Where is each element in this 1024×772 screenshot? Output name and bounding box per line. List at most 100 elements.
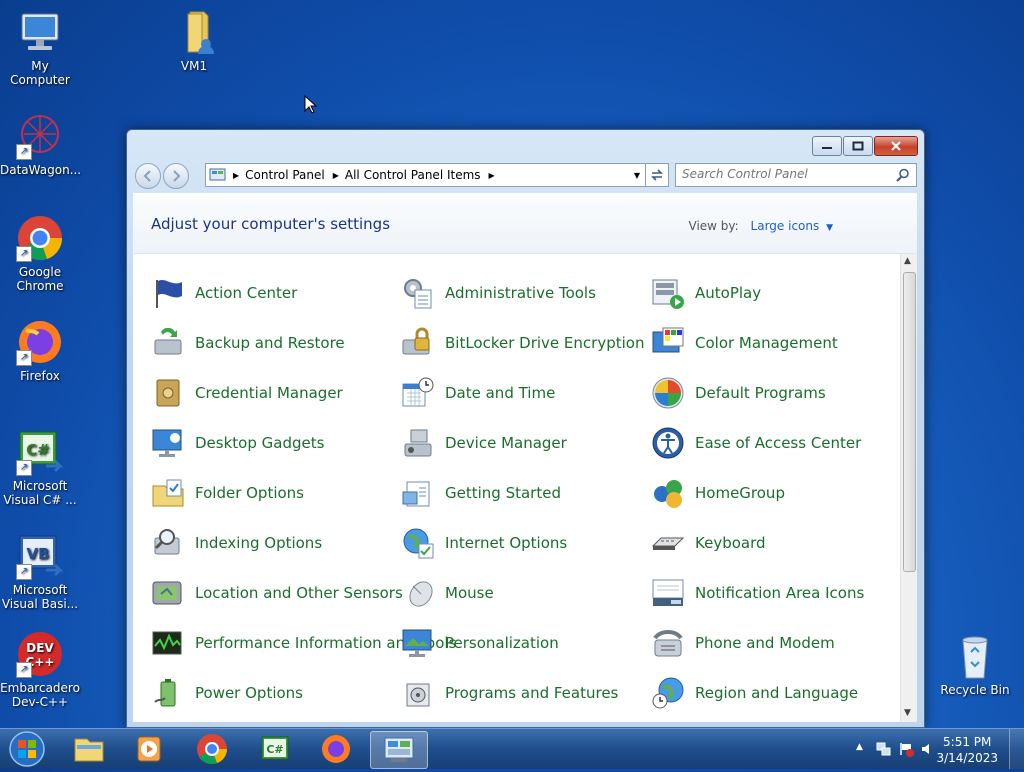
desktop-icon-recycle-bin[interactable]: Recycle Bin — [935, 632, 1015, 697]
search-icon[interactable] — [896, 168, 910, 182]
vertical-scrollbar[interactable]: ▲ ▼ — [900, 254, 917, 722]
item-label: Date and Time — [445, 383, 556, 402]
breadcrumb-all-items[interactable]: All Control Panel Items — [345, 168, 481, 182]
show-hidden-icons-icon[interactable]: ▲ — [856, 742, 863, 752]
item-color-management[interactable]: Color Management — [651, 326, 838, 360]
indexing-icon — [151, 526, 185, 560]
item-label: Folder Options — [195, 483, 304, 502]
item-bitlocker[interactable]: BitLocker Drive Encryption — [401, 326, 644, 360]
refresh-button[interactable] — [645, 163, 669, 187]
item-notification-area[interactable]: Notification Area Icons — [651, 576, 864, 610]
item-autoplay[interactable]: AutoPlay — [651, 276, 761, 310]
volume-icon[interactable] — [920, 741, 936, 757]
taskbar-visual-csharp[interactable]: C# — [246, 731, 302, 767]
taskbar-media-player[interactable] — [122, 731, 178, 767]
item-label: Desktop Gadgets — [195, 433, 325, 452]
svg-text:C#: C# — [266, 743, 283, 756]
item-action-center[interactable]: Action Center — [151, 276, 297, 310]
item-label: Mouse — [445, 583, 494, 602]
address-bar[interactable]: ▶ Control Panel ▶ All Control Panel Item… — [205, 163, 669, 187]
item-label: Default Programs — [695, 383, 826, 402]
view-by-dropdown[interactable]: Large icons — [751, 219, 820, 233]
desktop-icon-label: Microsoft Visual C# ... — [3, 479, 77, 507]
getting-started-icon — [401, 476, 435, 510]
taskbar: C# ▲ 5:51 PM 3/14/2023 — [0, 728, 1024, 769]
item-backup-restore[interactable]: Backup and Restore — [151, 326, 345, 360]
desktop-icon-vm1[interactable]: VM1 — [154, 8, 234, 73]
navigation-bar: ▶ Control Panel ▶ All Control Panel Item… — [135, 162, 917, 189]
device-manager-icon — [401, 426, 435, 460]
notification-area-icon — [651, 576, 685, 610]
address-dropdown-icon[interactable]: ▼ — [634, 171, 640, 180]
minimize-icon — [822, 147, 832, 149]
desktop-icon-label: Embarcadero Dev-C++ — [0, 681, 80, 709]
control-panel-content: Adjust your computer's settings View by:… — [133, 193, 917, 722]
item-credential-manager[interactable]: Credential Manager — [151, 376, 343, 410]
item-desktop-gadgets[interactable]: Desktop Gadgets — [151, 426, 324, 460]
taskbar-firefox[interactable] — [308, 731, 364, 767]
item-location-sensors[interactable]: Location and Other Sensors — [151, 576, 403, 610]
folder-options-icon — [151, 476, 185, 510]
visual-basic-icon: VB ↗ — [16, 532, 64, 580]
item-label: Ease of Access Center — [695, 433, 862, 452]
scroll-down-icon[interactable]: ▼ — [904, 708, 911, 718]
item-phone-modem[interactable]: Phone and Modem — [651, 626, 835, 660]
taskbar-explorer[interactable] — [61, 731, 117, 767]
item-default-programs[interactable]: Default Programs — [651, 376, 826, 410]
page-title: Adjust your computer's settings — [151, 215, 391, 233]
taskbar-chrome[interactable] — [184, 731, 240, 767]
desktop-icon-visual-csharp[interactable]: C# ↗ Microsoft Visual C# ... — [0, 428, 80, 507]
item-administrative-tools[interactable]: Administrative Tools — [401, 276, 596, 310]
item-device-manager[interactable]: Device Manager — [401, 426, 567, 460]
action-center-flag-icon[interactable] — [898, 741, 914, 757]
item-mouse[interactable]: Mouse — [401, 576, 494, 610]
battery-icon — [151, 676, 185, 710]
chevron-down-icon[interactable]: ▼ — [826, 223, 833, 233]
item-internet-options[interactable]: Internet Options — [401, 526, 567, 560]
item-folder-options[interactable]: Folder Options — [151, 476, 304, 510]
media-player-icon — [137, 736, 161, 762]
folder-icon — [74, 738, 104, 762]
calendar-clock-icon — [401, 376, 435, 410]
maximize-button[interactable] — [843, 136, 873, 156]
item-label: Phone and Modem — [695, 633, 835, 652]
desktop-icon-devcpp[interactable]: DEV C++ ↗ Embarcadero Dev-C++ — [0, 630, 80, 709]
item-ease-of-access[interactable]: Ease of Access Center — [651, 426, 861, 460]
datawagon-icon: ↗ — [16, 112, 64, 160]
scrollbar-thumb[interactable] — [903, 272, 916, 572]
scroll-up-icon[interactable]: ▲ — [904, 256, 911, 266]
breadcrumb-control-panel[interactable]: Control Panel — [245, 168, 325, 182]
item-programs-features[interactable]: Programs and Features — [401, 676, 618, 710]
item-power-options[interactable]: Power Options — [151, 676, 303, 710]
network-icon[interactable] — [876, 741, 892, 757]
minimize-button[interactable] — [812, 136, 842, 156]
item-personalization[interactable]: Personalization — [401, 626, 559, 660]
close-button[interactable] — [874, 136, 918, 156]
svg-text:VB: VB — [26, 545, 49, 563]
desktop-icon-visual-basic[interactable]: VB ↗ Microsoft Visual Basi... — [0, 532, 80, 611]
desktop-icon-firefox[interactable]: ↗ Firefox — [0, 318, 80, 383]
forward-arrow-icon — [173, 170, 181, 182]
item-getting-started[interactable]: Getting Started — [401, 476, 561, 510]
show-desktop-button[interactable] — [1009, 729, 1024, 769]
desktop-icon-my-computer[interactable]: My Computer — [0, 8, 80, 87]
search-box[interactable] — [675, 163, 917, 187]
item-keyboard[interactable]: Keyboard — [651, 526, 766, 560]
control-panel-window[interactable]: ▶ Control Panel ▶ All Control Panel Item… — [126, 129, 925, 728]
search-input[interactable] — [676, 164, 888, 184]
item-label: Notification Area Icons — [695, 583, 865, 602]
start-button[interactable] — [4, 729, 50, 769]
control-panel-icon — [384, 737, 414, 762]
item-homegroup[interactable]: HomeGroup — [651, 476, 785, 510]
item-date-time[interactable]: Date and Time — [401, 376, 555, 410]
clock[interactable]: 5:51 PM 3/14/2023 — [936, 734, 998, 766]
taskbar-control-panel[interactable] — [370, 731, 428, 769]
back-button[interactable] — [135, 163, 161, 189]
accessibility-icon — [651, 426, 685, 460]
desktop-icon-datawagon[interactable]: ↗ DataWagon... — [0, 112, 81, 177]
item-label: Region and Language — [695, 683, 859, 702]
forward-button[interactable] — [163, 163, 189, 189]
item-indexing-options[interactable]: Indexing Options — [151, 526, 322, 560]
item-region-language[interactable]: Region and Language — [651, 676, 858, 710]
desktop-icon-chrome[interactable]: ↗ Google Chrome — [0, 214, 80, 293]
